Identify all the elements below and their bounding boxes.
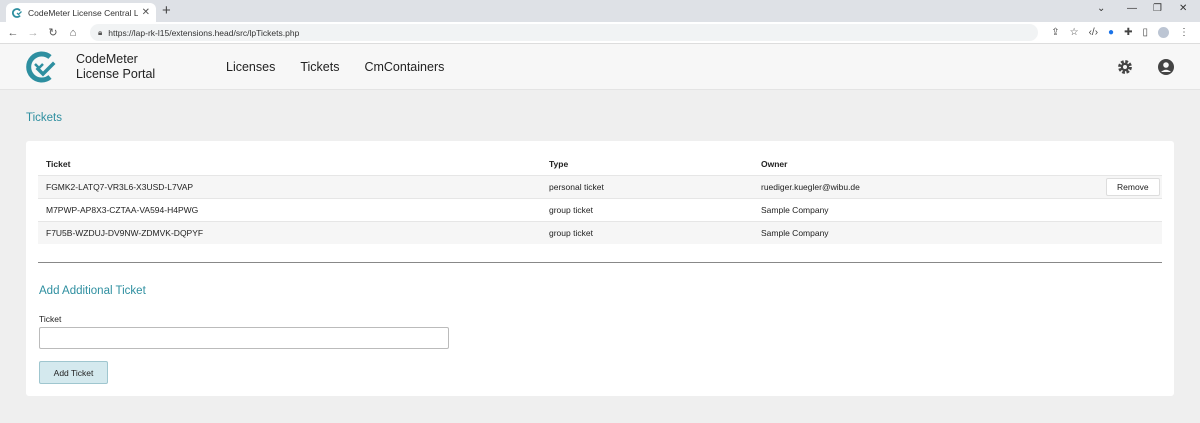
settings-gear-icon[interactable] xyxy=(1116,58,1134,76)
devtools-icon[interactable]: ‹/› xyxy=(1089,27,1098,38)
ticket-type: group ticket xyxy=(541,220,753,244)
ticket-field-label: Ticket xyxy=(39,314,62,324)
browser-tab-bar: CodeMeter License Central Licen ✕ + ⌄ — … xyxy=(0,0,1200,22)
ticket-owner: Sample Company xyxy=(753,220,1098,244)
nav-cmcontainers[interactable]: CmContainers xyxy=(364,60,444,74)
ticket-action-cell: Remove xyxy=(1098,174,1162,198)
reload-icon[interactable]: ↻ xyxy=(46,26,60,39)
close-window-icon[interactable]: ✕ xyxy=(1179,3,1187,14)
url-text: https://lap-rk-l15/extensions.head/src/l… xyxy=(108,27,300,38)
column-header-type: Type xyxy=(549,158,569,169)
ticket-code: F7U5B-WZDUJ-DV9NW-ZDMVK-DQPYF xyxy=(38,220,541,244)
section-divider xyxy=(38,262,1162,263)
brand-line2: License Portal xyxy=(76,67,156,81)
puzzle-icon[interactable]: ✚ xyxy=(1124,27,1132,38)
ticket-type: group ticket xyxy=(541,197,753,221)
extension-icon[interactable]: ● xyxy=(1108,27,1114,38)
ticket-code: M7PWP-AP8X3-CZTAA-VA594-H4PWG xyxy=(38,197,541,221)
ticket-action-cell xyxy=(1098,197,1162,221)
app-header: CodeMeter License Portal Licenses Ticket… xyxy=(0,44,1200,90)
url-bar[interactable]: 🔒︎ https://lap-rk-l15/extensions.head/sr… xyxy=(90,24,1039,41)
bookmark-star-icon[interactable]: ☆ xyxy=(1070,27,1079,38)
tab-search-icon[interactable]: ⌄ xyxy=(1097,3,1105,14)
ticket-type: personal ticket xyxy=(541,174,753,198)
column-header-ticket: Ticket xyxy=(46,158,71,169)
nav-tickets[interactable]: Tickets xyxy=(300,60,339,74)
ticket-action-cell xyxy=(1098,220,1162,244)
add-ticket-heading: Add Additional Ticket xyxy=(39,285,146,297)
remove-button[interactable]: Remove xyxy=(1106,177,1160,196)
tab-close-icon[interactable]: ✕ xyxy=(142,7,150,18)
tab-title: CodeMeter License Central Licen xyxy=(28,7,138,18)
tickets-card: Ticket Type Owner FGMK2-LATQ7-VR3L6-X3US… xyxy=(26,141,1174,396)
table-header-row: Ticket Type Owner xyxy=(38,153,1162,175)
ticket-owner: ruediger.kuegler@wibu.de xyxy=(753,174,1098,198)
column-header-action xyxy=(1098,153,1162,175)
profile-icon[interactable] xyxy=(1158,27,1169,38)
back-icon[interactable]: ← xyxy=(6,27,20,39)
account-icon[interactable] xyxy=(1157,58,1175,76)
table-row: M7PWP-AP8X3-CZTAA-VA594-H4PWG group tick… xyxy=(38,197,1162,221)
ticket-code: FGMK2-LATQ7-VR3L6-X3USD-L7VAP xyxy=(38,174,541,198)
codemeter-logo-icon[interactable] xyxy=(24,51,58,83)
forward-icon[interactable]: → xyxy=(26,27,40,39)
lock-icon: 🔒︎ xyxy=(98,27,103,37)
add-ticket-button[interactable]: Add Ticket xyxy=(39,361,108,384)
ticket-input[interactable] xyxy=(39,327,449,349)
restore-icon[interactable]: ❐ xyxy=(1153,3,1162,14)
tickets-table: Ticket Type Owner FGMK2-LATQ7-VR3L6-X3US… xyxy=(38,153,1162,244)
table-row: F7U5B-WZDUJ-DV9NW-ZDMVK-DQPYF group tick… xyxy=(38,220,1162,244)
brand-name: CodeMeter License Portal xyxy=(76,52,155,82)
main-nav: Licenses Tickets CmContainers xyxy=(226,60,469,74)
page-title: Tickets xyxy=(26,112,62,124)
browser-tab[interactable]: CodeMeter License Central Licen ✕ xyxy=(6,3,156,22)
address-toolbar: ← → ↻ ⌂ 🔒︎ https://lap-rk-l15/extensions… xyxy=(0,22,1200,44)
new-tab-icon[interactable]: + xyxy=(162,2,171,19)
brand-line1: CodeMeter xyxy=(76,52,138,66)
home-icon[interactable]: ⌂ xyxy=(66,27,80,39)
column-header-owner: Owner xyxy=(761,158,788,169)
ticket-owner: Sample Company xyxy=(753,197,1098,221)
minimize-icon[interactable]: — xyxy=(1127,3,1137,14)
share-icon[interactable]: ⇪ xyxy=(1051,27,1059,38)
sidepanel-icon[interactable]: ▯ xyxy=(1142,27,1148,38)
table-row: FGMK2-LATQ7-VR3L6-X3USD-L7VAP personal t… xyxy=(38,174,1162,198)
menu-dots-icon[interactable]: ⋮ xyxy=(1179,27,1189,38)
nav-licenses[interactable]: Licenses xyxy=(226,60,275,74)
codemeter-favicon-icon xyxy=(12,7,22,18)
